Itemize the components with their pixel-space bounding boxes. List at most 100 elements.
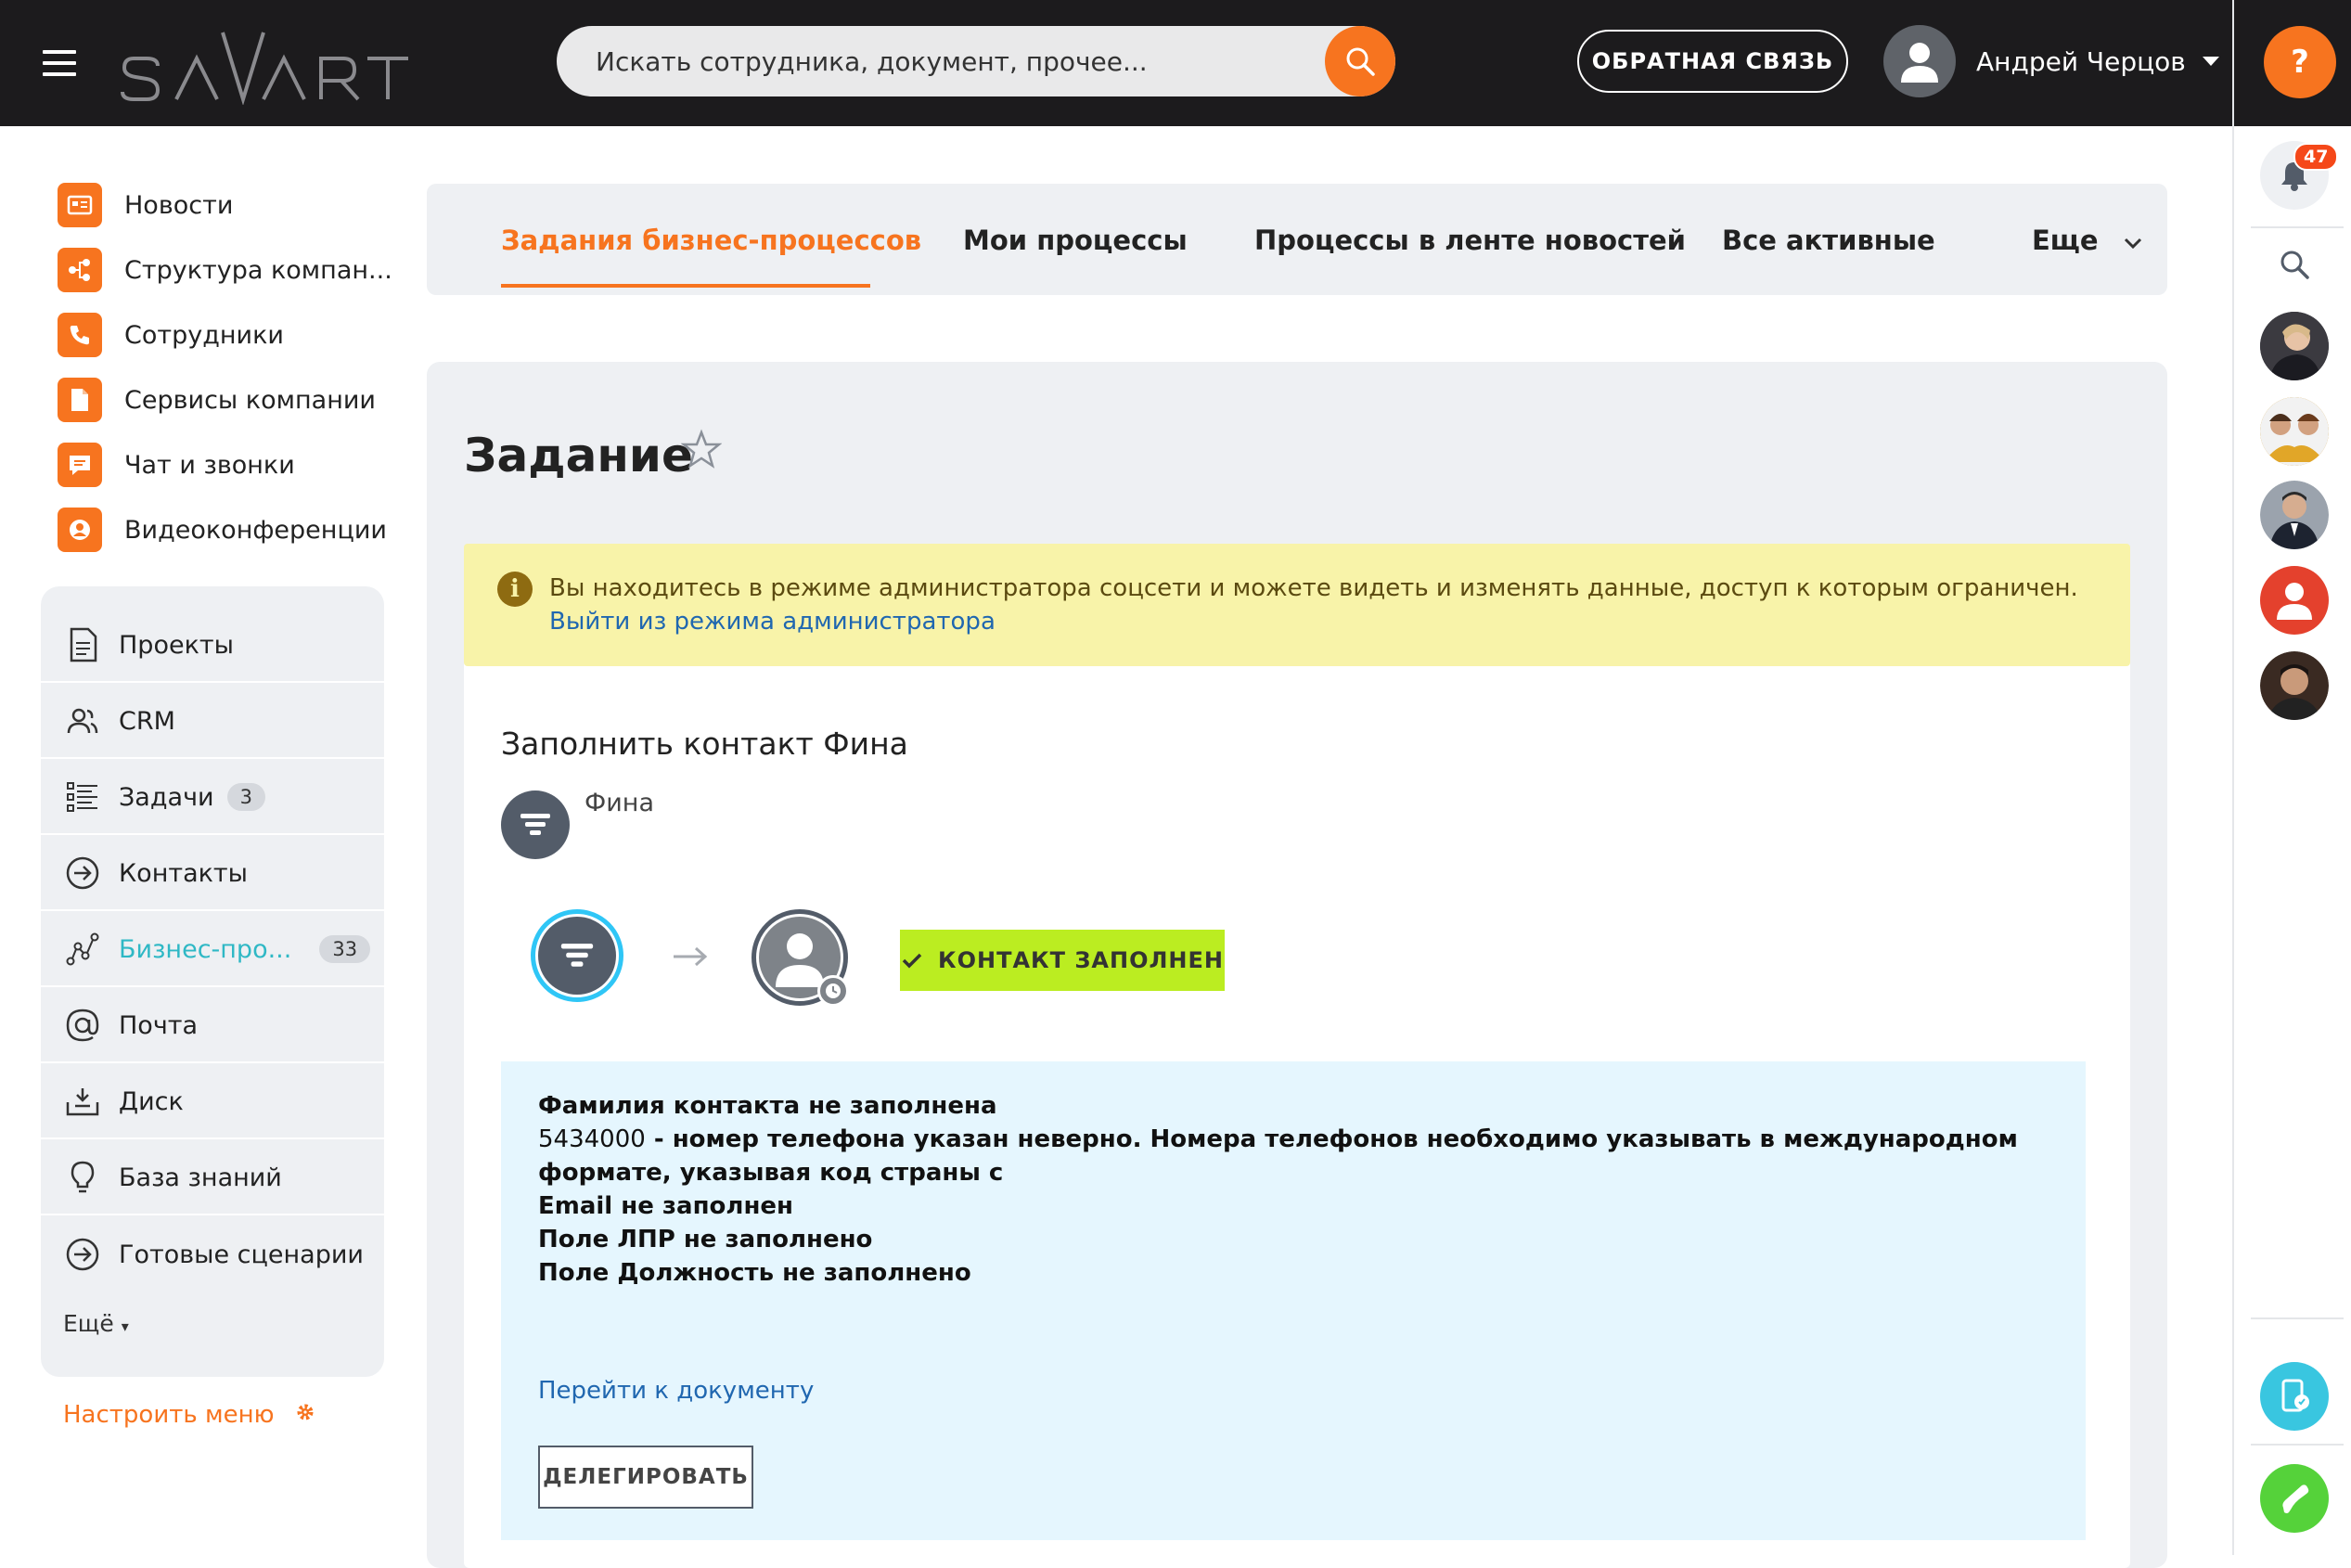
user-name: Андрей Черцов [1976,45,2186,77]
lightbulb-icon [61,1156,104,1199]
call-button[interactable] [2260,1464,2329,1533]
logo[interactable] [121,32,418,105]
crm-icon [61,700,104,742]
menu-item-services[interactable]: Сервисы компании [58,367,392,432]
contact-avatar-5[interactable] [2260,651,2329,720]
help-button[interactable]: ? [2264,26,2336,98]
alert-text: Вы находитесь в режиме администратора со… [549,574,2078,602]
menu-burger-icon[interactable] [43,50,76,76]
menu-label: Видеоконференции [124,515,387,545]
contact-avatar-4[interactable] [2260,566,2329,635]
tab-more[interactable]: Еще [2032,225,2143,256]
process-tabs: Задания бизнес-процессов Мои процессы Пр… [427,184,2167,295]
tab-more-label: Еще [2032,225,2099,256]
message-line: Фамилия контакта не заполнена [538,1092,997,1120]
tab-all-active[interactable]: Все активные [1722,225,1935,256]
check-icon [902,953,922,969]
favorite-star-icon[interactable] [680,429,723,473]
sidebar-item-projects[interactable]: Проекты [41,609,384,683]
info-icon: i [497,572,533,607]
menu-label: Сервисы компании [124,385,376,415]
document-name[interactable]: Фина [585,789,654,817]
contact-avatar-3[interactable] [2260,481,2329,549]
main-content: Задание i Вы находитесь в режиме админис… [427,362,2167,1568]
scenarios-icon [61,1233,104,1276]
menu-item-news[interactable]: Новости [58,173,392,238]
contacts-icon [61,852,104,894]
user-icon [2277,583,2312,620]
page-title: Задание [464,429,693,482]
configure-menu-link[interactable]: Настроить меню [63,1401,315,1429]
workflow-document-node [531,909,623,1002]
user-icon [1901,43,1938,83]
status-label: КОНТАКТ ЗАПОЛНЕН [937,947,1224,973]
contact-avatar-2[interactable] [2260,397,2329,466]
delegate-button[interactable]: ДЕЛЕГИРОВАТЬ [538,1446,753,1509]
task-title: Заполнить контакт Фина [501,726,908,762]
go-to-document-link[interactable]: Перейти к документу [538,1377,814,1405]
menu-label: Чат и звонки [124,450,295,480]
search-panel-button[interactable] [2260,230,2329,299]
menu-label: Новости [124,190,234,220]
phone-icon [2282,1484,2309,1513]
chat-icon [58,443,102,487]
top-bar: Искать сотрудника, документ, прочее... О… [0,0,2232,126]
feedback-button[interactable]: ОБРАТНАЯ СВЯЗЬ [1577,30,1848,93]
sidebar-item-label: Контакты [119,858,248,888]
menu-more-label: Ещё [63,1310,114,1337]
workflow-user-node [752,909,849,1007]
sidebar-item-knowledge[interactable]: База знаний [41,1141,384,1215]
phone-number: 5434000 [538,1125,646,1153]
mobile-app-button[interactable] [2260,1362,2329,1431]
sidebar-item-disk[interactable]: Диск [41,1065,384,1139]
search-button[interactable] [1325,26,1395,96]
sidebar-item-label: База знаний [119,1163,282,1192]
tab-news-processes[interactable]: Процессы в ленте новостей [1254,225,1686,256]
funnel-icon [501,790,570,859]
exit-admin-link[interactable]: Выйти из режима администратора [549,605,2078,638]
phone-error-text: - номер телефона указан неверно. Номера … [538,1125,2018,1187]
sidebar-item-contacts[interactable]: Контакты [41,837,384,911]
sidebar-item-bizproc[interactable]: Бизнес-про... 33 [41,913,384,987]
chevron-down-icon [2124,238,2141,250]
clock-icon [817,975,849,1007]
sidebar-item-scenarios[interactable]: Готовые сценарии [41,1217,384,1292]
notifications-badge: 47 [2293,143,2339,171]
user-menu[interactable]: Андрей Черцов [1883,24,2219,98]
right-panel: ? 47 [2232,0,2351,1555]
gear-icon [295,1401,315,1429]
tab-bp-tasks[interactable]: Задания бизнес-процессов [501,225,921,256]
avatar-icon [2260,651,2329,720]
sidebar-item-mail[interactable]: Почта [41,989,384,1063]
menu-item-video[interactable]: Видеоконференции [58,497,392,562]
savart-logo-icon [121,32,408,105]
menu-item-chat[interactable]: Чат и звонки [58,432,392,497]
menu-more-button[interactable]: Ещё ▾ [63,1310,129,1337]
search-input[interactable]: Искать сотрудника, документ, прочее... [596,46,1148,77]
news-icon [58,183,102,227]
mail-icon [61,1004,104,1047]
sidebar-item-tasks[interactable]: Задачи 3 [41,761,384,835]
contact-avatar-1[interactable] [2260,312,2329,380]
search-bar[interactable]: Искать сотрудника, документ, прочее... [557,26,1395,96]
validation-messages: Фамилия контакта не заполнена 5434000 - … [501,1061,2086,1540]
sidebar-item-label: Бизнес-про... [119,934,292,964]
arrow-right-icon [672,945,709,972]
active-tab-indicator [501,284,870,288]
message-line: 5434000 - номер телефона указан неверно.… [538,1123,2060,1189]
sidebar-item-label: Проекты [119,630,234,660]
menu-item-employees[interactable]: Сотрудники [58,302,392,367]
tab-my-processes[interactable]: Мои процессы [963,225,1188,256]
avatar-icon [2260,312,2329,380]
avatar [1883,25,1956,97]
task-card: i Вы находитесь в режиме администратора … [464,544,2130,1568]
sidebar-item-crm[interactable]: CRM [41,685,384,759]
structure-icon [58,248,102,292]
bizproc-icon [61,928,104,970]
projects-icon [61,623,104,666]
menu-item-structure[interactable]: Структура компан... [58,238,392,302]
video-icon [58,508,102,552]
caret-down-icon: ▾ [121,1317,129,1335]
phone-icon [58,313,102,357]
message-line: Поле Должность не заполнено [538,1259,971,1287]
